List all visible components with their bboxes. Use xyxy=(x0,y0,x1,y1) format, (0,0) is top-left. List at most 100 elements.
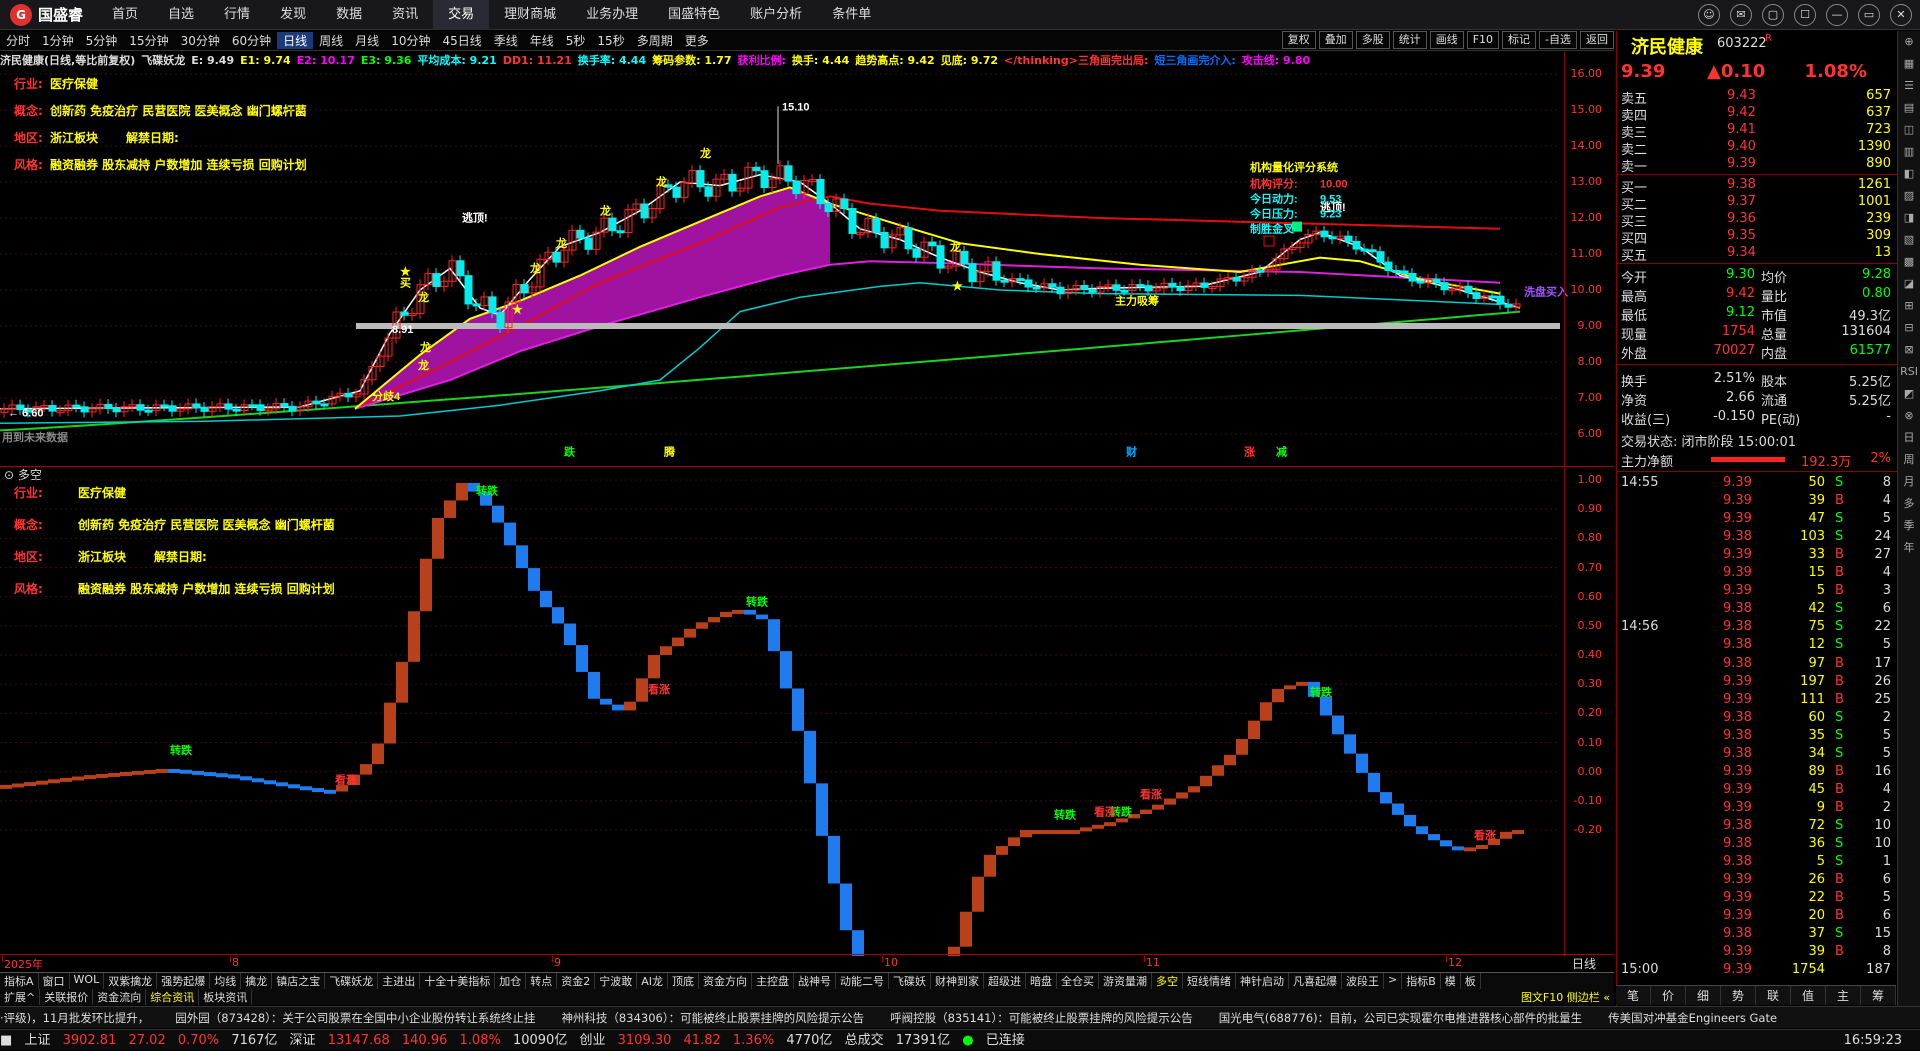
sidebar-icon-12[interactable]: ⊞ xyxy=(1898,295,1920,317)
news-item-2[interactable]: 神州科技（834306）：可能被终止股票挂牌的风险提示公告 xyxy=(561,1011,864,1025)
menu-item-6[interactable]: 交易 xyxy=(433,0,490,30)
tool-button-8[interactable]: 返回 xyxy=(1580,31,1614,49)
menu-item-4[interactable]: 数据 xyxy=(321,0,377,30)
quote-tab-6[interactable]: 主 xyxy=(1826,986,1861,1005)
sidebar-icon-16[interactable]: ◩ xyxy=(1898,383,1920,405)
f10-sidebar-toggle[interactable]: 图文F10 侧边栏 « xyxy=(1517,989,1614,1005)
tool-button-6[interactable]: 标记 xyxy=(1502,31,1537,49)
sidebar-icon-5[interactable]: ▥ xyxy=(1898,141,1920,163)
indicator-tab-30[interactable]: 凡喜起爆 xyxy=(1289,973,1342,989)
sidebar-icon-10[interactable]: ▩ xyxy=(1898,251,1920,273)
sidebar-icon-2[interactable]: ☰ xyxy=(1898,75,1920,97)
menu-item-7[interactable]: 理财商城 xyxy=(489,0,571,30)
period-13[interactable]: 5秒 xyxy=(560,32,592,49)
indicator-tab-16[interactable]: 顶底 xyxy=(668,973,699,989)
ask-row[interactable]: 卖二 9.40 1390 xyxy=(1617,139,1897,158)
indicator-tab-27[interactable]: 多空 xyxy=(1152,973,1183,989)
news-item-5[interactable]: 传美国对冲基金Engineers Gate xyxy=(1608,1011,1777,1025)
menu-item-2[interactable]: 行情 xyxy=(209,0,265,30)
sidebar-icon-8[interactable]: ◨ xyxy=(1898,207,1920,229)
indicator-tab-8[interactable]: 飞碟妖龙 xyxy=(325,973,379,989)
indicator-tab-24[interactable]: 暗盘 xyxy=(1026,973,1057,989)
period-2[interactable]: 5分钟 xyxy=(80,32,124,49)
tool-button-5[interactable]: F10 xyxy=(1466,31,1500,49)
window-button-icon-6[interactable]: ✕ xyxy=(1890,4,1912,26)
period-7[interactable]: 周线 xyxy=(313,32,349,49)
period-5[interactable]: 60分钟 xyxy=(226,32,277,49)
indicator-tab-20[interactable]: 动能二号 xyxy=(836,973,889,989)
sidebar-icon-20[interactable]: 月 xyxy=(1898,471,1920,493)
bid-row[interactable]: 买三 9.36 239 xyxy=(1617,211,1897,230)
quote-tab-5[interactable]: 值 xyxy=(1791,986,1826,1005)
info-tab-3[interactable]: 综合资讯 xyxy=(146,989,200,1005)
window-button-icon-2[interactable]: ▢ xyxy=(1762,4,1784,26)
sidebar-icon-11[interactable]: ◪ xyxy=(1898,273,1920,295)
tool-button-4[interactable]: 画线 xyxy=(1429,31,1464,49)
period-8[interactable]: 月线 xyxy=(349,32,385,49)
indicator-tab-14[interactable]: 宁波敢 xyxy=(595,973,638,989)
quote-tab-1[interactable]: 价 xyxy=(1651,986,1686,1005)
period-11[interactable]: 季线 xyxy=(488,32,524,49)
period-6[interactable]: 日线 xyxy=(277,32,314,49)
indicator-tab-17[interactable]: 资金方向 xyxy=(699,973,752,989)
app-logo[interactable]: G 国盛睿 xyxy=(0,3,97,26)
bid-row[interactable]: 买五 9.34 13 xyxy=(1617,245,1897,264)
info-tab-0[interactable]: 扩展^ xyxy=(0,989,41,1005)
sidebar-icon-14[interactable]: ⊠ xyxy=(1898,339,1920,361)
period-16[interactable]: 更多 xyxy=(679,32,715,49)
window-button-icon-3[interactable]: ☐ xyxy=(1794,4,1816,26)
menu-item-9[interactable]: 国盛特色 xyxy=(653,0,735,30)
sidebar-icon-6[interactable]: ◧ xyxy=(1898,163,1920,185)
bid-row[interactable]: 买四 9.35 309 xyxy=(1617,228,1897,247)
period-4[interactable]: 30分钟 xyxy=(175,32,226,49)
indicator-tab-25[interactable]: 全仓买 xyxy=(1057,973,1099,989)
menu-item-0[interactable]: 首页 xyxy=(97,0,153,30)
indicator-tab-15[interactable]: AI龙 xyxy=(637,973,668,989)
ask-row[interactable]: 卖三 9.41 723 xyxy=(1617,122,1897,141)
indicator-tab-26[interactable]: 游资量潮 xyxy=(1099,973,1152,989)
period-1[interactable]: 1分钟 xyxy=(36,32,80,49)
tool-button-2[interactable]: 多股 xyxy=(1355,31,1390,49)
window-button-icon-0[interactable]: ☺ xyxy=(1698,4,1720,26)
sidebar-icon-0[interactable]: ⊕ xyxy=(1898,31,1920,53)
news-item-3[interactable]: 呼阀控股（835141）：可能被终止股票挂牌的风险提示公告 xyxy=(890,1011,1193,1025)
news-ticker[interactable]: ·评级)，11月批发环比提升， 园外园（873428）：关于公司股票在全国中小企业… xyxy=(0,1006,1920,1028)
info-tab-4[interactable]: 板块资讯 xyxy=(199,989,253,1005)
indicator-tab-21[interactable]: 飞碟妖 xyxy=(889,973,931,989)
period-14[interactable]: 15秒 xyxy=(591,32,630,49)
info-tab-1[interactable]: 关联报价 xyxy=(40,989,94,1005)
sidebar-icon-15[interactable]: RSI xyxy=(1898,361,1920,383)
window-button-icon-1[interactable]: ✉ xyxy=(1730,4,1752,26)
indicator-tab-7[interactable]: 镇店之宝 xyxy=(272,973,326,989)
sidebar-icon-9[interactable]: ▧ xyxy=(1898,229,1920,251)
menu-item-10[interactable]: 账户分析 xyxy=(735,0,817,30)
indicator-tab-31[interactable]: 波段王 xyxy=(1342,973,1384,989)
sidebar-icon-7[interactable]: ▨ xyxy=(1898,185,1920,207)
indicator-tab-34[interactable]: 模 xyxy=(1441,973,1461,989)
candlestick-chart[interactable]: 15.10← 6.608.91龙龙龙龙龙龙龙龙龙逃顶!逃顶!买分歧4主力吸筹洗盘… xyxy=(0,52,1614,472)
indicator-tab-11[interactable]: 加仓 xyxy=(495,973,527,989)
sidebar-icon-21[interactable]: 多 xyxy=(1898,493,1920,515)
news-item-1[interactable]: 园外园（873428）：关于公司股票在全国中小企业股份转让系统终止挂 xyxy=(175,1011,535,1025)
window-button-icon-4[interactable]: — xyxy=(1826,4,1848,26)
sidebar-icon-23[interactable]: 年 xyxy=(1898,537,1920,559)
indicator-tab-2[interactable]: WOL xyxy=(70,973,105,989)
info-tab-2[interactable]: 资金流向 xyxy=(93,989,147,1005)
period-3[interactable]: 15分钟 xyxy=(123,32,174,49)
cy-name[interactable]: 创业 xyxy=(579,1033,605,1048)
indicator-tab-28[interactable]: 短线情绪 xyxy=(1183,973,1236,989)
indicator-tab-4[interactable]: 强势起爆 xyxy=(157,973,211,989)
quote-tab-0[interactable]: 笔 xyxy=(1616,986,1651,1005)
ask-row[interactable]: 卖四 9.42 637 xyxy=(1617,105,1897,124)
quote-tab-2[interactable]: 细 xyxy=(1686,986,1721,1005)
indicator-tab-18[interactable]: 主控盘 xyxy=(752,973,794,989)
indicator-tab-1[interactable]: 窗口 xyxy=(39,973,70,989)
sidebar-icon-1[interactable]: ▦ xyxy=(1898,53,1920,75)
indicator-tab-6[interactable]: 擒龙 xyxy=(241,973,273,989)
period-0[interactable]: 分时 xyxy=(0,32,36,49)
indicator-tab-32[interactable]: > xyxy=(1384,973,1403,989)
duokong-indicator-chart[interactable]: 转跌转跌转跌转跌转跌转跌看涨看涨看涨看涨看涨看涨 xyxy=(0,468,1614,956)
sidebar-icon-18[interactable]: 日 xyxy=(1898,427,1920,449)
indicator-tab-29[interactable]: 神针启动 xyxy=(1236,973,1289,989)
menu-item-1[interactable]: 自选 xyxy=(153,0,209,30)
